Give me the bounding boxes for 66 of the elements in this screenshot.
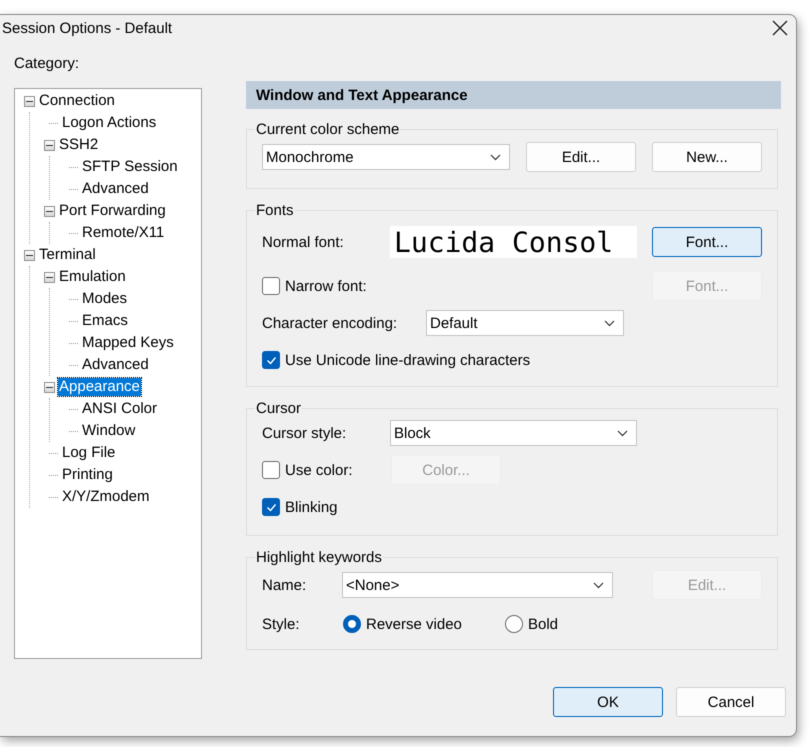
radio-button[interactable] bbox=[343, 615, 361, 633]
keyword-dropdown[interactable]: <None> bbox=[342, 572, 613, 598]
field-label: Character encoding: bbox=[262, 314, 398, 332]
font-button[interactable]: Font... bbox=[652, 227, 762, 257]
collapse-icon[interactable] bbox=[44, 382, 55, 392]
encoding-dropdown[interactable]: Default bbox=[426, 310, 624, 336]
chevron-down-icon bbox=[490, 154, 501, 160]
group-title: Cursor bbox=[255, 400, 302, 417]
checkbox-label: Blinking bbox=[285, 498, 338, 516]
group-title: Fonts bbox=[255, 202, 295, 219]
field-label: Normal font: bbox=[262, 234, 345, 250]
dialog-button[interactable]: Cancel bbox=[676, 687, 786, 717]
checkmark-icon bbox=[266, 356, 276, 364]
collapse-icon[interactable] bbox=[44, 206, 55, 216]
field-label: Cursor style: bbox=[262, 424, 348, 442]
tree-item[interactable]: Window bbox=[81, 422, 136, 440]
tree-item[interactable]: Emulation bbox=[58, 268, 127, 286]
tree-item[interactable]: Printing bbox=[61, 466, 114, 484]
chevron-down-icon bbox=[593, 582, 604, 588]
tree-item[interactable]: Remote/X11 bbox=[81, 224, 166, 242]
chevron-down-icon bbox=[604, 320, 615, 326]
tree-item[interactable]: SFTP Session bbox=[81, 158, 179, 176]
tree-item[interactable]: X/Y/Zmodem bbox=[61, 488, 151, 506]
scheme-button[interactable]: New... bbox=[652, 142, 762, 172]
radio-label: Bold bbox=[528, 616, 558, 632]
tree-item[interactable]: Advanced bbox=[81, 180, 150, 198]
tree-item[interactable]: ANSI Color bbox=[81, 400, 158, 418]
field-label: Name: bbox=[262, 576, 308, 594]
radio-button[interactable] bbox=[505, 615, 523, 633]
window-title: Session Options - Default bbox=[2, 20, 172, 36]
group-title: Highlight keywords bbox=[255, 549, 383, 566]
tree-item[interactable]: Appearance bbox=[58, 378, 141, 396]
checkbox-label: Use color: bbox=[285, 462, 354, 478]
tree-item[interactable]: SSH2 bbox=[58, 136, 100, 154]
close-icon[interactable] bbox=[772, 20, 788, 36]
scheme-button[interactable]: Edit... bbox=[526, 142, 636, 172]
tree-item[interactable]: Connection bbox=[38, 92, 116, 110]
tree-item[interactable]: Port Forwarding bbox=[58, 202, 167, 220]
collapse-icon[interactable] bbox=[44, 272, 55, 282]
tree-item[interactable]: Log File bbox=[61, 444, 116, 462]
tree-item[interactable]: Advanced bbox=[81, 356, 150, 374]
tree-item[interactable]: Logon Actions bbox=[61, 114, 158, 132]
group-title: Current color scheme bbox=[255, 121, 400, 138]
checkbox[interactable] bbox=[262, 461, 280, 479]
checkbox-label: Narrow font: bbox=[285, 278, 368, 294]
font-preview: Lucida Consol bbox=[390, 226, 637, 258]
tree-item[interactable]: Terminal bbox=[38, 246, 97, 264]
checkbox[interactable] bbox=[262, 498, 280, 516]
tree-item[interactable]: Mapped Keys bbox=[81, 334, 175, 352]
section-header: Window and Text Appearance bbox=[246, 81, 781, 109]
checkbox[interactable] bbox=[262, 351, 280, 369]
checkmark-icon bbox=[266, 502, 276, 512]
category-label: Category: bbox=[14, 55, 80, 74]
chevron-down-icon bbox=[617, 430, 628, 436]
checkbox[interactable] bbox=[262, 277, 280, 295]
cursor-style-dropdown[interactable]: Block bbox=[390, 420, 637, 446]
dialog-button[interactable]: OK bbox=[553, 687, 663, 717]
radio-label: Reverse video bbox=[366, 616, 462, 632]
collapse-icon[interactable] bbox=[44, 140, 55, 150]
collapse-icon[interactable] bbox=[24, 96, 35, 106]
field-label: Style: bbox=[262, 616, 301, 632]
color-scheme-dropdown[interactable]: Monochrome bbox=[262, 144, 510, 170]
checkbox-label: Use Unicode line-drawing characters bbox=[285, 352, 530, 368]
tree-item[interactable]: Emacs bbox=[81, 312, 129, 330]
collapse-icon[interactable] bbox=[24, 250, 35, 260]
tree-item[interactable]: Modes bbox=[81, 290, 128, 308]
